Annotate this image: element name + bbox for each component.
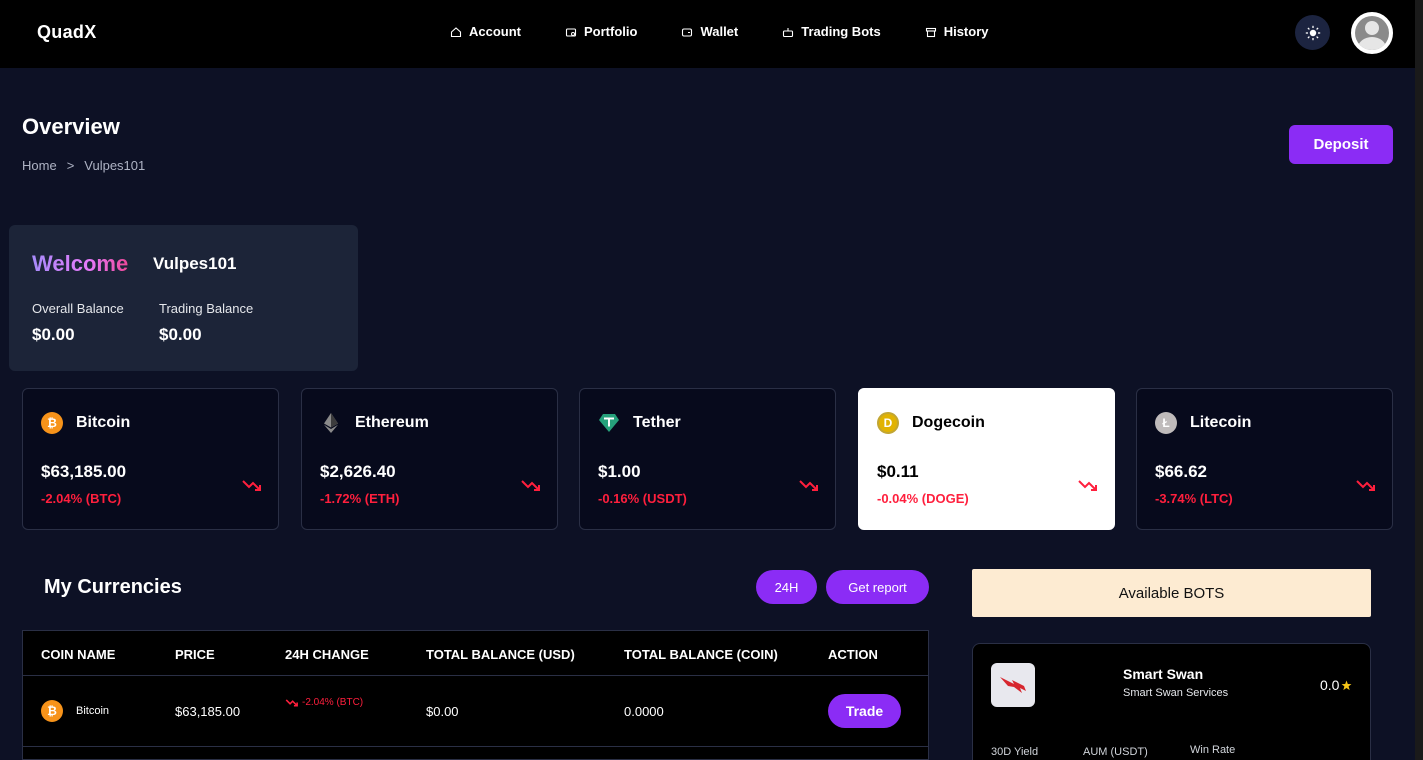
coin-change: -2.04% (BTC) bbox=[41, 491, 122, 506]
coin-name: Dogecoin bbox=[912, 414, 985, 431]
col-coin-name: COIN NAME bbox=[41, 647, 116, 662]
get-report-button[interactable]: Get report bbox=[826, 570, 929, 604]
coin-name: Tether bbox=[633, 414, 681, 431]
nav-trading-bots[interactable]: Trading Bots bbox=[782, 24, 881, 39]
main-nav: Account Portfolio Wallet Trading Bots Hi… bbox=[450, 24, 1033, 39]
tether-icon bbox=[599, 414, 619, 432]
breadcrumb-current: Vulpes101 bbox=[84, 158, 146, 173]
trend-down-icon bbox=[1078, 480, 1097, 491]
trend-down-icon bbox=[1356, 480, 1375, 491]
period-24h-button[interactable]: 24H bbox=[756, 570, 817, 604]
breadcrumb-home[interactable]: Home bbox=[22, 158, 57, 173]
coin-name: Ethereum bbox=[355, 414, 429, 431]
coin-card-dogecoin[interactable]: D Dogecoin $0.11 -0.04% (DOGE) bbox=[858, 388, 1115, 530]
top-navbar: QuadX Account Portfolio Wallet Trading B… bbox=[0, 0, 1423, 68]
dogecoin-icon: D bbox=[877, 412, 899, 434]
wallet-icon bbox=[682, 27, 693, 37]
breadcrumb: Home > Vulpes101 bbox=[22, 158, 145, 173]
row-total-coin: 0.0000 bbox=[624, 704, 664, 719]
litecoin-icon: Ł bbox=[1155, 412, 1177, 434]
nav-history[interactable]: History bbox=[925, 24, 989, 39]
nav-trading-bots-label: Trading Bots bbox=[801, 24, 881, 39]
user-avatar-icon bbox=[1355, 16, 1389, 50]
brand-logo[interactable]: QuadX bbox=[37, 22, 97, 43]
coin-name: Bitcoin bbox=[76, 414, 131, 431]
coin-price: $1.00 bbox=[598, 462, 641, 481]
welcome-card: Welcome Vulpes101 Overall Balance $0.00 … bbox=[9, 225, 358, 371]
col-price: PRICE bbox=[175, 647, 215, 662]
row-price: $63,185.00 bbox=[175, 704, 241, 719]
coin-price: $66.62 bbox=[1155, 462, 1207, 481]
col-total-coin: TOTAL BALANCE (COIN) bbox=[624, 647, 778, 662]
welcome-username: Vulpes101 bbox=[153, 254, 237, 273]
row-total-usd: $0.00 bbox=[426, 704, 459, 719]
nav-wallet-label: Wallet bbox=[700, 24, 739, 39]
trade-button[interactable]: Trade bbox=[828, 694, 901, 728]
table-row: ₿ Bitcoin $63,185.00 -2.04% (BTC) $0.00 … bbox=[23, 677, 928, 747]
welcome-greeting: Welcome bbox=[32, 251, 129, 276]
breadcrumb-separator: > bbox=[66, 158, 75, 173]
portfolio-icon bbox=[565, 27, 577, 37]
overall-balance-label: Overall Balance bbox=[32, 301, 124, 316]
col-total-usd: TOTAL BALANCE (USD) bbox=[426, 647, 575, 662]
trend-down-icon bbox=[242, 480, 261, 491]
bot-yield-label: 30D Yield bbox=[991, 746, 1039, 758]
coin-card-litecoin[interactable]: Ł Litecoin $66.62 -3.74% (LTC) bbox=[1136, 388, 1393, 530]
my-currencies-title: My Currencies bbox=[44, 576, 182, 598]
page-scrollbar[interactable] bbox=[1415, 0, 1423, 760]
coin-price: $63,185.00 bbox=[41, 462, 127, 481]
trend-down-icon bbox=[799, 480, 818, 491]
bot-name: Smart Swan bbox=[1123, 666, 1204, 682]
currencies-table: COIN NAME PRICE 24H CHANGE TOTAL BALANCE… bbox=[22, 630, 929, 760]
swan-logo-icon bbox=[1000, 677, 1026, 693]
bot-winrate-label: Win Rate bbox=[1190, 744, 1236, 756]
trend-down-icon bbox=[285, 699, 298, 707]
coin-change: -0.16% (USDT) bbox=[598, 491, 687, 506]
bot-aum-label: AUM (USDT) bbox=[1083, 746, 1148, 758]
nav-account-label: Account bbox=[469, 24, 521, 39]
row-change-text: -2.04% (BTC) bbox=[302, 697, 364, 708]
coin-card-ethereum[interactable]: Ethereum $2,626.40 -1.72% (ETH) bbox=[301, 388, 558, 530]
theme-toggle-button[interactable] bbox=[1295, 15, 1330, 50]
table-header: COIN NAME PRICE 24H CHANGE TOTAL BALANCE… bbox=[23, 631, 928, 676]
coin-card-tether[interactable]: Tether $1.00 -0.16% (USDT) bbox=[579, 388, 836, 530]
overall-balance-value: $0.00 bbox=[32, 325, 75, 344]
nav-account[interactable]: Account bbox=[450, 24, 521, 39]
coin-change: -0.04% (DOGE) bbox=[877, 491, 969, 506]
bot-card-smart-swan[interactable]: Smart Swan Smart Swan Services 0.0 30D Y… bbox=[972, 643, 1371, 760]
bot-provider: Smart Swan Services bbox=[1123, 687, 1229, 699]
bitcoin-icon: ₿ bbox=[41, 700, 63, 722]
coin-card-bitcoin[interactable]: ₿ Bitcoin $63,185.00 -2.04% (BTC) bbox=[22, 388, 279, 530]
trend-down-icon bbox=[521, 480, 540, 491]
star-icon bbox=[1342, 680, 1352, 690]
nav-portfolio-label: Portfolio bbox=[584, 24, 638, 39]
coin-name: Litecoin bbox=[1190, 414, 1252, 431]
row-coin-name: Bitcoin bbox=[76, 705, 110, 717]
nav-wallet[interactable]: Wallet bbox=[681, 24, 738, 39]
ethereum-icon bbox=[324, 413, 338, 433]
archive-icon bbox=[925, 27, 936, 37]
page-title: Overview bbox=[22, 114, 120, 139]
col-action: ACTION bbox=[828, 647, 878, 662]
home-icon bbox=[450, 26, 462, 37]
nav-portfolio[interactable]: Portfolio bbox=[565, 24, 637, 39]
coin-change: -3.74% (LTC) bbox=[1155, 491, 1233, 506]
row-change: -2.04% (BTC) bbox=[285, 697, 363, 708]
sun-icon bbox=[1305, 25, 1320, 40]
trading-balance-value: $0.00 bbox=[159, 325, 202, 344]
bot-logo bbox=[991, 663, 1035, 707]
bot-icon bbox=[783, 27, 794, 37]
deposit-button[interactable]: Deposit bbox=[1289, 125, 1393, 164]
available-bots-header: Available BOTS bbox=[972, 569, 1371, 617]
bot-rating-value: 0.0 bbox=[1320, 677, 1340, 693]
coin-price: $0.11 bbox=[877, 462, 919, 481]
bot-rating: 0.0 bbox=[1320, 677, 1352, 693]
bitcoin-icon: ₿ bbox=[41, 412, 63, 434]
col-24h-change: 24H CHANGE bbox=[285, 647, 369, 662]
coin-price: $2,626.40 bbox=[320, 462, 396, 481]
user-avatar-button[interactable] bbox=[1351, 12, 1393, 54]
trading-balance-label: Trading Balance bbox=[159, 301, 254, 316]
nav-history-label: History bbox=[943, 24, 989, 39]
coin-change: -1.72% (ETH) bbox=[320, 491, 400, 506]
